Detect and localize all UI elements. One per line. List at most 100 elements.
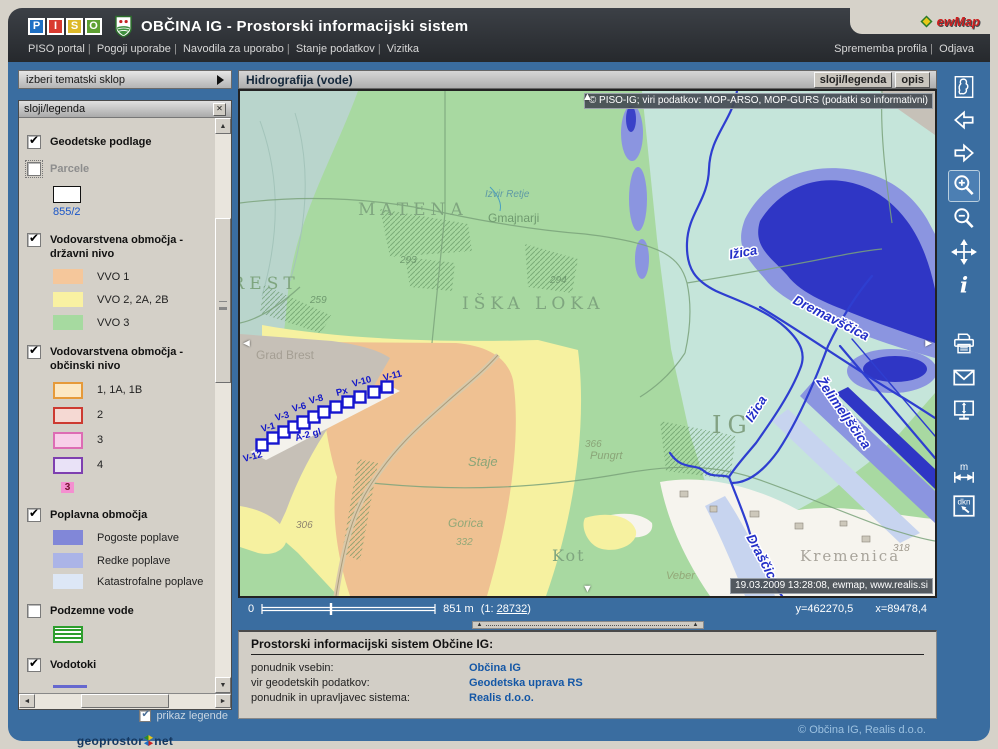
legend-label: VVO 1 [97, 271, 129, 283]
checkbox-vvo-drzavni[interactable] [27, 233, 41, 247]
map-toolbar: i [946, 72, 982, 524]
layers-legend-panel: sloji/legenda ✕ Geodetske podlage Parcel… [18, 100, 232, 710]
copyright-text: © Občina IG, Realis d.o.o. [798, 724, 926, 736]
scale-bar[interactable] [261, 603, 436, 615]
checkbox-vvo-obcinski[interactable] [27, 345, 41, 359]
info-value-link[interactable]: Realis d.o.o. [469, 692, 534, 704]
scrollbar-thumb[interactable] [81, 694, 169, 708]
info-icon[interactable]: i [949, 270, 979, 300]
svg-text:332: 332 [456, 537, 473, 548]
zoom-in-icon[interactable] [949, 171, 979, 201]
svg-text:259: 259 [309, 295, 327, 306]
parcel-swatch [53, 186, 81, 203]
info-value-link[interactable]: Geodetska uprava RS [469, 677, 583, 689]
info-row: ponudnik in upravljavec sistema: Realis … [251, 692, 924, 704]
svg-text:dkn: dkn [957, 497, 970, 506]
svg-text:Izvir Retje: Izvir Retje [485, 189, 530, 200]
map-title: Hidrografija (vode) [246, 73, 353, 87]
scale-ratio-link[interactable]: 28732 [497, 603, 528, 615]
nav-pogoji-uporabe[interactable]: Pogoji uporabe [85, 43, 171, 55]
ewmap-logo: ewMap [850, 8, 990, 34]
nav-odjava[interactable]: Odjava [927, 43, 974, 55]
svg-text:Veber: Veber [666, 570, 696, 582]
nav-sprememba-profila[interactable]: Sprememba profila [834, 43, 927, 55]
content: izberi tematski sklop sloji/legenda ✕ Ge… [8, 62, 990, 741]
pan-icon[interactable] [949, 237, 979, 267]
layer-label: Vodotoki [50, 658, 96, 672]
info-panel: Prostorski informacijski sistem Občine I… [238, 630, 937, 719]
zoom-out-icon[interactable] [949, 204, 979, 234]
menu-bar: PISO portal Pogoji uporabe Navodila za u… [8, 40, 990, 62]
checkbox-prikaz-legende[interactable] [139, 710, 151, 722]
splitter-row: ▲▲ [238, 620, 937, 630]
checkbox-geodetske-podlage[interactable] [27, 135, 41, 149]
header: P I S O OBČINA IG - Prostorski informaci… [8, 8, 990, 62]
obcina-ig-crest-icon [114, 15, 133, 38]
legend-label: Redke poplave [97, 555, 170, 567]
layer-label: Parcele [50, 162, 89, 176]
pan-left-icon[interactable]: ◄ [241, 338, 252, 349]
legend-swatch [53, 315, 83, 330]
vertical-scrollbar[interactable]: ▲ ▼ [215, 118, 231, 693]
layer-label: Vodovarstvena območja - državni nivo [50, 233, 195, 262]
svg-text:Gorica: Gorica [448, 516, 484, 530]
piso-logo: P I S O [28, 18, 102, 35]
forward-arrow-icon[interactable] [949, 138, 979, 168]
parcel-number: 855/2 [53, 206, 209, 218]
overview-map-icon[interactable] [949, 72, 979, 102]
legend-swatch [53, 553, 83, 568]
legend-swatch-stripes [53, 626, 83, 643]
legend-swatch [53, 407, 83, 424]
back-arrow-icon[interactable] [949, 105, 979, 135]
fit-screen-icon[interactable] [949, 395, 979, 425]
coordinate-x: x=89478,4 [875, 603, 927, 615]
layers-legend-button[interactable]: sloji/legenda [814, 72, 893, 88]
svg-text:Gmajnarji: Gmajnarji [488, 211, 539, 225]
description-button[interactable]: opis [895, 72, 930, 88]
pan-up-icon[interactable]: ▲ [582, 92, 593, 103]
piso-letter: P [28, 18, 45, 35]
scroll-right-icon[interactable]: ► [215, 694, 231, 708]
dkn-selector-icon[interactable]: dkn [949, 491, 979, 521]
scroll-up-icon[interactable]: ▲ [215, 118, 231, 134]
scrollbar-thumb[interactable] [215, 218, 231, 383]
info-value-link[interactable]: Občina IG [469, 662, 521, 674]
nav-vizitka[interactable]: Vizitka [375, 43, 419, 55]
legend-label: 3 [97, 434, 103, 446]
checkbox-poplavna-obmocja[interactable] [27, 508, 41, 522]
sidebar: izberi tematski sklop sloji/legenda ✕ Ge… [18, 70, 232, 89]
splitter-handle[interactable]: ▲▲ [472, 621, 704, 629]
info-label: ponudnik in upravljavec sistema: [251, 692, 469, 704]
legend-swatch [53, 269, 83, 284]
checkbox-vodotoki[interactable] [27, 658, 41, 672]
theme-selector-bar[interactable]: izberi tematski sklop [18, 70, 232, 89]
mail-icon[interactable] [949, 362, 979, 392]
legend-swatch [53, 530, 83, 545]
theme-selector-label: izberi tematski sklop [26, 74, 125, 86]
scroll-down-icon[interactable]: ▼ [215, 677, 231, 693]
horizontal-scrollbar[interactable]: ◄ ► [19, 693, 231, 709]
close-icon[interactable]: ✕ [213, 103, 226, 116]
nav-piso-portal[interactable]: PISO portal [28, 43, 85, 55]
info-row: ponudnik vsebin: Občina IG [251, 662, 924, 674]
info-panel-title: Prostorski informacijski sistem Občine I… [251, 637, 924, 655]
checkbox-parcele[interactable] [27, 162, 41, 176]
nav-navodila[interactable]: Navodila za uporabo [171, 43, 284, 55]
measure-distance-icon[interactable]: m [949, 458, 979, 488]
svg-text:IŠKA LOKA: IŠKA LOKA [462, 293, 605, 314]
show-legend-toggle: prikaz legende [18, 710, 232, 722]
pan-right-icon[interactable]: ► [923, 338, 934, 349]
print-icon[interactable] [949, 329, 979, 359]
scroll-left-icon[interactable]: ◄ [19, 694, 35, 708]
svg-text:366: 366 [585, 439, 602, 450]
map-view[interactable]: MATENA IŠKA LOKA BREST IG Kot Kremenica … [238, 89, 937, 598]
nav-stanje-podatkov[interactable]: Stanje podatkov [284, 43, 375, 55]
svg-text:306: 306 [296, 520, 313, 531]
pan-down-icon[interactable]: ▼ [582, 584, 593, 595]
checkbox-podzemne-vode[interactable] [27, 604, 41, 618]
geoprostor-pinwheel-icon [143, 735, 154, 746]
scale-zero: 0 [248, 603, 254, 615]
map-panel: Hidrografija (vode) sloji/legenda opis [238, 70, 937, 719]
map-canvas: MATENA IŠKA LOKA BREST IG Kot Kremenica … [240, 91, 935, 596]
map-title-bar: Hidrografija (vode) sloji/legenda opis [238, 70, 937, 89]
